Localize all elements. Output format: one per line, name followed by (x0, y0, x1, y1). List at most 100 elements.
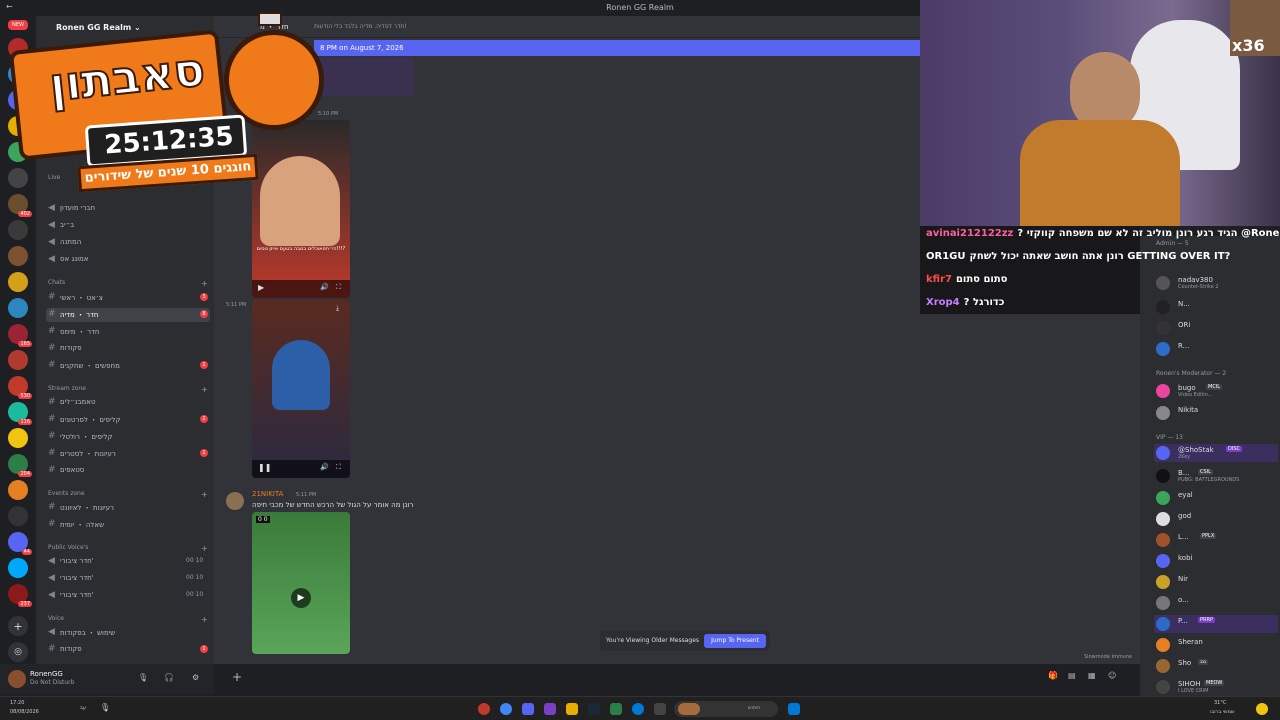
add-attachment-icon[interactable]: + (232, 670, 242, 684)
download-icon[interactable]: ⤓ (336, 304, 339, 313)
member-item[interactable]: Nir (1154, 573, 1278, 591)
pause-icon[interactable]: ❚❚ (258, 463, 271, 472)
member-item[interactable]: P... PRRP (1154, 615, 1278, 633)
channel-text[interactable]: # רעיונות ・ לסטרים 1 (46, 447, 210, 461)
volume-icon[interactable]: 🔊 (320, 283, 329, 291)
member-item[interactable]: kobi (1154, 552, 1278, 570)
add-channel-icon[interactable]: + (201, 544, 208, 553)
server-icon[interactable] (8, 558, 28, 578)
channel-text[interactable]: # רעיונות ・ לאיוונט (46, 501, 210, 515)
message-author[interactable]: 21NIKITA (252, 490, 283, 498)
member-item[interactable]: o... (1154, 594, 1278, 612)
steam-icon[interactable] (588, 703, 600, 715)
search-box[interactable]: חיפוש (674, 701, 778, 717)
member-item[interactable]: Nikita (1154, 404, 1278, 422)
folder-icon[interactable] (566, 703, 578, 715)
message-composer[interactable]: + 🎁 ▤ ▦ ☺ (222, 666, 1132, 690)
member-item[interactable]: N... (1154, 298, 1278, 316)
category-voice[interactable]: Voice + (48, 615, 208, 624)
member-item[interactable]: bugo MCIL Video Editin... (1154, 382, 1278, 400)
channel-text[interactable]: # חדר ・ מדיה 8 (46, 308, 210, 322)
channel-voice[interactable]: ◀ שימוש ・ בפקודות (46, 626, 210, 640)
member-item[interactable]: B... CSIL PUBG: BATTLEGROUNDS (1154, 467, 1278, 485)
category-public-voice[interactable]: Public Voice's + (48, 544, 208, 553)
member-item[interactable]: SIHOH MEOW I LOVE CRIM (1154, 678, 1278, 696)
fullscreen-icon[interactable]: ⛶ (336, 463, 341, 472)
member-item[interactable]: L... PPLX (1154, 531, 1278, 549)
sticker-icon[interactable]: ▦ (1088, 671, 1096, 680)
channel-voice[interactable]: ◀ המתנה (46, 236, 210, 250)
volume-icon[interactable]: 🔊 (320, 463, 329, 471)
channel-voice[interactable]: ◀ חדר ציבורי' 00 10 (46, 555, 210, 569)
channel-text[interactable]: # מחפשים ・ שחקנים 1 (46, 359, 210, 373)
member-item[interactable]: @ShoStak DISC 2Key (1154, 444, 1278, 462)
server-icon[interactable]: 530 (8, 376, 32, 399)
member-item[interactable]: R... (1154, 340, 1278, 358)
video-attachment[interactable]: ⤓ ❚❚ 🔊 ⛶ (252, 300, 350, 478)
server-icon[interactable] (8, 298, 28, 318)
member-item[interactable]: Sho נננ (1154, 657, 1278, 675)
gear-icon[interactable]: ⚙ (192, 673, 199, 682)
avatar[interactable] (226, 492, 244, 510)
channel-voice[interactable]: ◀ חברי מועדון (46, 202, 210, 216)
server-icon[interactable]: 237 (8, 584, 32, 607)
channel-text[interactable]: # צ׳אט ・ ראשי 3 (46, 291, 210, 305)
server-icon[interactable] (8, 272, 28, 292)
weather-icon[interactable] (1256, 703, 1268, 715)
channel-text[interactable]: # פקודות 1 (46, 643, 210, 657)
channel-text[interactable]: # סטאפים (46, 464, 210, 478)
server-icon[interactable] (8, 506, 28, 526)
server-icon[interactable]: 116 (8, 402, 32, 425)
member-item[interactable]: eyal (1154, 489, 1278, 507)
app-icon[interactable] (478, 703, 490, 715)
channel-text[interactable]: # פקודות (46, 342, 210, 356)
headphones-icon[interactable]: 🎧 (164, 673, 174, 682)
gif-icon[interactable]: ▤ (1068, 671, 1076, 680)
video-attachment[interactable]: 0 0 ▶ (252, 512, 350, 654)
server-icon[interactable] (8, 428, 28, 448)
server-icon[interactable]: 165 (8, 324, 32, 347)
member-item[interactable]: nadav380 Counter-Strike 2 (1154, 274, 1278, 292)
server-icon[interactable] (8, 220, 28, 240)
category-chats[interactable]: Chats + (48, 279, 208, 288)
windows-start-icon[interactable] (788, 703, 800, 715)
channel-text[interactable]: # קליפים ・ רולטלי (46, 430, 210, 444)
fullscreen-icon[interactable]: ⛶ (336, 283, 341, 292)
server-icon[interactable] (8, 350, 28, 370)
category-events[interactable]: Events zone + (48, 490, 208, 499)
language-indicator[interactable]: עב (80, 705, 86, 711)
server-icon[interactable] (8, 480, 28, 500)
add-channel-icon[interactable]: + (201, 490, 208, 499)
emoji-icon[interactable]: ☺ (1108, 671, 1116, 680)
channel-text[interactable]: # שאלה ・ יומית (46, 518, 210, 532)
channel-voice[interactable]: ◀ חדר ציבורי' 00 10 (46, 589, 210, 603)
add-server-icon[interactable]: + (8, 616, 28, 636)
app-icon[interactable] (544, 703, 556, 715)
microphone-icon[interactable]: 🎙 (138, 673, 148, 682)
avatar[interactable] (8, 670, 26, 688)
gift-icon[interactable]: 🎁 (1048, 671, 1058, 680)
channel-voice[interactable]: ◀ חדר ציבורי' 00 10 (46, 572, 210, 586)
jump-to-present-button[interactable]: Jump To Present (704, 634, 766, 648)
app-icon[interactable] (610, 703, 622, 715)
discover-icon[interactable]: ◎ (8, 642, 28, 662)
server-icon[interactable] (8, 246, 28, 266)
channel-text[interactable]: # חדר ・ מימס (46, 325, 210, 339)
category-stream[interactable]: Stream zone + (48, 385, 208, 394)
channel-text[interactable]: # טאמבנ״לים (46, 396, 210, 410)
member-item[interactable]: ORi (1154, 319, 1278, 337)
chrome-icon[interactable] (500, 703, 512, 715)
member-item[interactable]: god (1154, 510, 1278, 528)
play-icon[interactable]: ▶ (258, 283, 264, 292)
discord-icon[interactable] (522, 703, 534, 715)
server-icon[interactable]: 204 (8, 454, 32, 477)
play-icon[interactable]: ▶ (291, 588, 311, 608)
edge-icon[interactable] (632, 703, 644, 715)
member-item[interactable]: Sheran (1154, 636, 1278, 654)
channel-voice[interactable]: ◀ ב״יב (46, 219, 210, 233)
add-channel-icon[interactable]: + (201, 279, 208, 288)
channel-voice[interactable]: ◀ אמונג אס (46, 253, 210, 267)
channel-text[interactable]: # קליפים ・ לסרטונים 2 (46, 413, 210, 427)
microphone-icon[interactable]: 🎙 (100, 703, 110, 712)
server-icon[interactable]: 44 (8, 532, 32, 555)
